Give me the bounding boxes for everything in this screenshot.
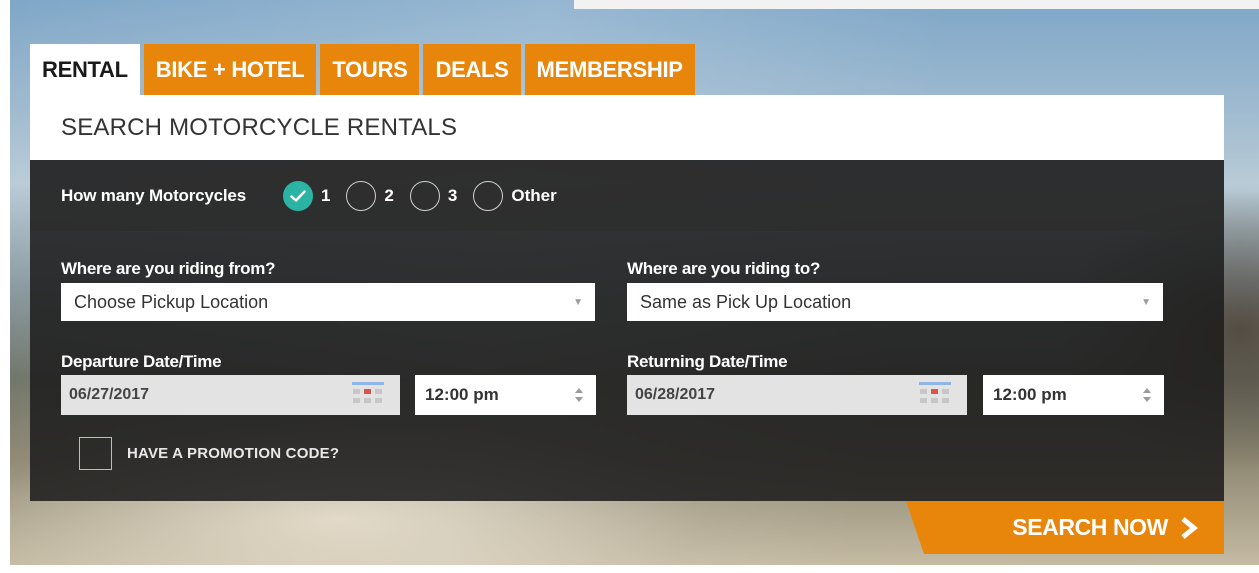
tab-bar: RENTAL BIKE + HOTEL TOURS DEALS MEMBERSH… [30,44,699,95]
departure-time-select[interactable]: 12:00 pm [415,375,596,415]
returning-time-select[interactable]: 12:00 pm [983,375,1164,415]
tab-tours[interactable]: TOURS [320,44,420,95]
calendar-icon[interactable] [352,382,384,408]
returning-label: Returning Date/Time [627,352,788,371]
count-option-3[interactable]: 3 [409,180,458,211]
search-form: Where are you riding from? Choose Pickup… [30,231,1224,501]
dropoff-location-value: Same as Pick Up Location [640,291,852,312]
motorcycle-count-label: How many Motorcycles [61,185,246,205]
calendar-icon[interactable] [919,382,951,408]
up-down-arrows-icon [1143,388,1151,402]
pickup-location-value: Choose Pickup Location [74,291,269,312]
up-down-arrows-icon [575,388,583,402]
tab-deals[interactable]: DEALS [423,44,521,95]
to-label: Where are you riding to? [627,259,821,278]
motorcycle-count-row: How many Motorcycles 1 2 3 Other [30,160,1224,231]
count-option-3-label: 3 [447,185,458,205]
top-strip [574,0,1259,9]
radio-circle-icon [473,180,504,211]
search-now-label: SEARCH NOW [1012,514,1168,540]
chevron-down-icon: ▼ [573,297,583,308]
promo-code-label[interactable]: HAVE A PROMOTION CODE? [127,445,339,462]
bottom-strip [0,565,1259,573]
tab-bike-hotel[interactable]: BIKE + HOTEL [143,44,317,95]
dropoff-location-select[interactable]: Same as Pick Up Location ▼ [627,283,1163,321]
departure-date-value: 06/27/2017 [69,386,150,403]
count-option-1[interactable]: 1 [282,180,331,211]
tab-membership[interactable]: MEMBERSHIP [524,44,695,95]
from-label: Where are you riding from? [61,259,276,278]
departure-label: Departure Date/Time [61,352,222,371]
chevron-right-icon [1181,516,1198,539]
pickup-location-select[interactable]: Choose Pickup Location ▼ [61,283,595,321]
count-option-2-label: 2 [384,185,394,205]
departure-time-value: 12:00 pm [425,385,499,404]
count-option-1-label: 1 [320,185,331,205]
search-now-button[interactable]: SEARCH NOW [906,501,1224,554]
radio-circle-icon [409,180,440,211]
count-option-other-label: Other [511,185,557,205]
search-panel: SEARCH MOTORCYCLE RENTALS How many Motor… [30,95,1224,501]
promo-code-checkbox[interactable] [79,437,112,470]
count-option-other[interactable]: Other [473,180,557,211]
left-strip [0,0,10,573]
departure-date-input[interactable]: 06/27/2017 [61,375,400,415]
check-icon [282,180,313,211]
returning-date-input[interactable]: 06/28/2017 [627,375,967,415]
returning-time-value: 12:00 pm [993,385,1067,404]
radio-circle-icon [346,180,377,211]
chevron-down-icon: ▼ [1141,297,1151,308]
count-option-2[interactable]: 2 [346,180,394,211]
page: RENTAL BIKE + HOTEL TOURS DEALS MEMBERSH… [0,0,1259,573]
tab-rental[interactable]: RENTAL [30,44,140,95]
returning-date-value: 06/28/2017 [635,386,716,403]
panel-title: SEARCH MOTORCYCLE RENTALS [30,95,1224,160]
